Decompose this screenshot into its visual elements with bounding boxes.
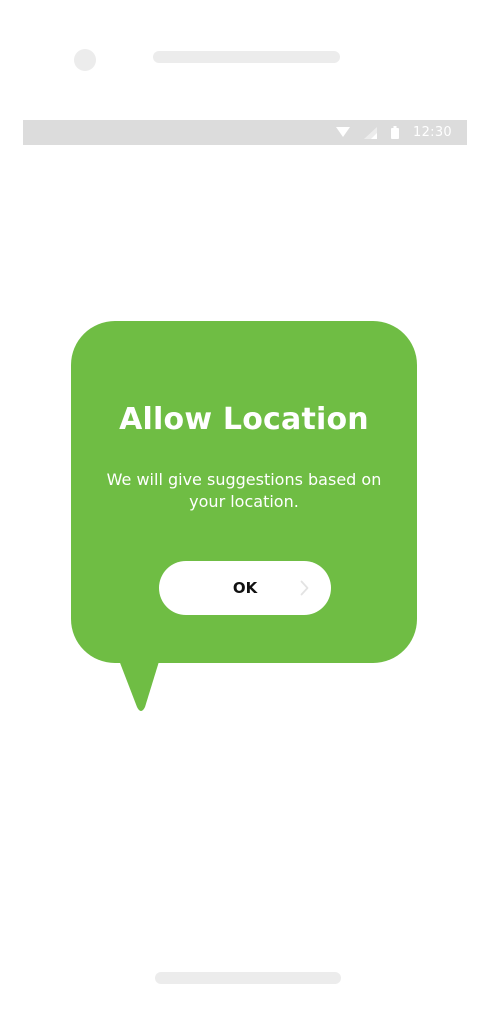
signal-icon <box>364 126 378 139</box>
location-permission-dialog: Allow Location We will give suggestions … <box>71 321 417 663</box>
status-time: 12:30 <box>413 125 452 140</box>
status-icons: 12:30 <box>336 120 452 145</box>
phone-screen: 12:30 Allow Location We will give sugges… <box>0 0 490 1032</box>
home-indicator[interactable] <box>155 972 341 984</box>
front-camera <box>74 49 96 71</box>
chevron-right-icon <box>300 580 309 600</box>
wifi-icon <box>336 127 351 138</box>
ok-button[interactable]: OK <box>159 561 331 615</box>
battery-icon <box>391 126 400 139</box>
status-bar: 12:30 <box>23 120 467 145</box>
dialog-title: Allow Location <box>119 402 369 437</box>
dialog-message: We will give suggestions based on your l… <box>106 470 382 511</box>
earpiece-speaker <box>153 51 340 63</box>
bubble-tail <box>117 655 161 711</box>
